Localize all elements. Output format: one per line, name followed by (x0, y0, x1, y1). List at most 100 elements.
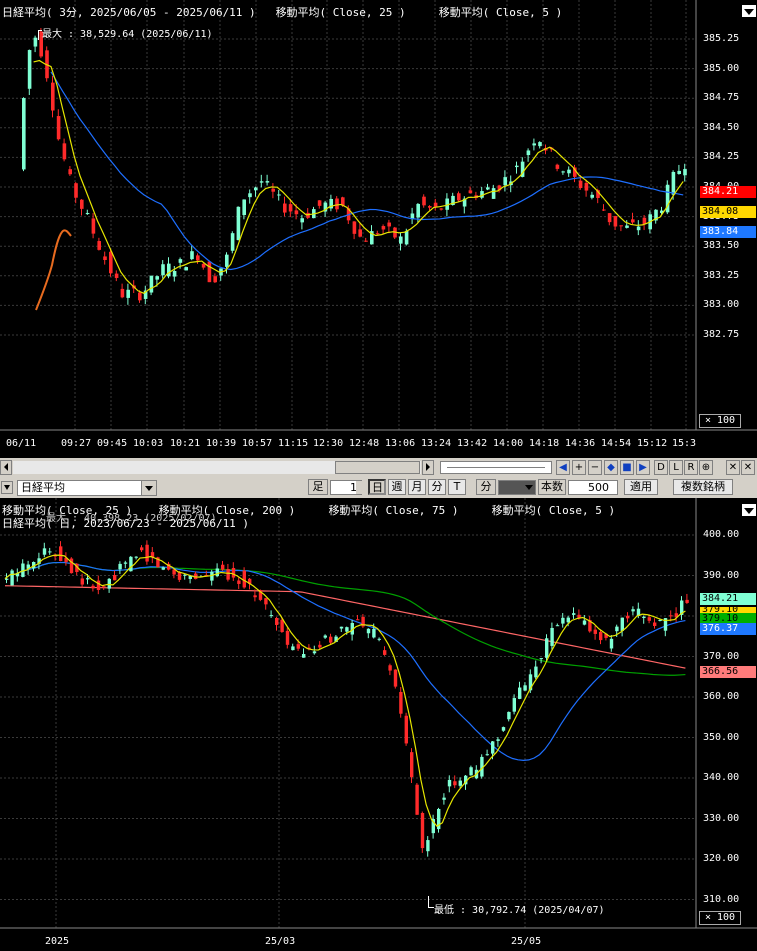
scroll-right-button[interactable] (422, 460, 434, 475)
candle-body (59, 546, 63, 562)
period-tick-button[interactable]: T (448, 479, 466, 495)
candle-body (329, 636, 333, 643)
daily-chart[interactable] (0, 498, 757, 951)
price-tick-label: 384.75 (703, 92, 740, 104)
candle-body (518, 687, 522, 699)
close-icon[interactable]: ✕ (726, 460, 740, 475)
candle-body (388, 665, 392, 671)
candle-body (647, 617, 651, 621)
panel-collapse-button[interactable] (1, 481, 13, 494)
candle-body (677, 170, 681, 174)
minute-value-input[interactable] (498, 480, 536, 495)
magnifier-icon[interactable]: ⊕ (699, 460, 713, 475)
candle-body (566, 617, 570, 623)
time-tick-label: 14:00 (493, 438, 524, 449)
go-first-button[interactable]: ◀ (556, 460, 570, 475)
candle-body (242, 199, 246, 216)
date-tick-label: 25/05 (511, 936, 542, 947)
candle-body (80, 199, 84, 209)
candle-body (291, 646, 295, 651)
chart-close-button[interactable]: ✕ (741, 460, 755, 475)
time-tick-label: 13:24 (421, 438, 452, 449)
candle-body (22, 98, 26, 170)
intraday-max-annotation: 最大 : 38,529.64 (2025/06/11) (42, 29, 213, 40)
ma5-line (4, 554, 686, 827)
candle-body (501, 727, 506, 731)
chart-menu-dropdown[interactable] (742, 504, 756, 516)
candle-body (335, 198, 339, 210)
period-month-button[interactable]: 月 (408, 479, 426, 495)
intraday-chart[interactable] (0, 0, 757, 458)
scroll-thumb[interactable] (335, 461, 420, 474)
candle-body (280, 619, 284, 633)
candle-body (68, 169, 72, 175)
candle-body (555, 625, 560, 627)
candle-body (469, 767, 473, 776)
max-marker-tick (38, 30, 39, 40)
candle-body (300, 218, 304, 223)
price-tick-label: 384.50 (703, 121, 740, 133)
candle-body (534, 666, 538, 678)
candle-body (207, 261, 212, 283)
scroll-left-button[interactable] (0, 460, 12, 475)
intraday-ma25-label: 移動平均( Close, 25 ) (275, 6, 406, 19)
draw-l-button[interactable]: L (669, 460, 683, 475)
daily-min-annotation: 最低 : 30,792.74 (2025/04/07) (434, 905, 605, 916)
candle-body (442, 797, 446, 800)
zoom-out-button[interactable]: − (588, 460, 602, 475)
candle-body (145, 544, 149, 562)
zoom-slider[interactable] (440, 461, 552, 474)
fit-button[interactable]: ◆ (604, 460, 618, 475)
candle-body (399, 691, 403, 714)
time-tick-label: 15:12 (637, 438, 668, 449)
daily-close-tag: 384.21 (700, 593, 756, 605)
count-value-input[interactable]: 500 (568, 480, 618, 495)
candle-body (550, 627, 554, 646)
price-tick-label: 383.25 (703, 269, 740, 281)
apply-button[interactable]: 適用 (624, 479, 658, 495)
period-minute-button[interactable]: 分 (428, 479, 446, 495)
ma25-line (50, 71, 684, 271)
candle-body (393, 669, 398, 687)
intraday-scale-box[interactable]: × 100 (699, 414, 741, 428)
candle-body (107, 578, 111, 589)
candle-body (631, 609, 635, 612)
draw-d-button[interactable]: D (654, 460, 668, 475)
candle-body (439, 208, 444, 210)
candle-body (572, 613, 576, 615)
candle-body (683, 169, 687, 176)
candle-body (269, 615, 273, 617)
candle-body (288, 204, 293, 212)
time-tick-label: 14:18 (529, 438, 560, 449)
daily-scale-box[interactable]: × 100 (699, 911, 741, 925)
intraday-ma25-tag: 383.84 (700, 226, 756, 238)
stop-button[interactable]: ■ (620, 460, 634, 475)
multi-instrument-button[interactable]: 複数銘柄 (673, 479, 733, 495)
price-tick-label: 383.50 (703, 240, 740, 252)
period-day-button[interactable]: 日 (368, 479, 386, 495)
period-week-button[interactable]: 週 (388, 479, 406, 495)
candle-body (491, 741, 495, 754)
candle-body (138, 292, 142, 301)
candle-body (599, 631, 603, 641)
candle-body (458, 780, 462, 786)
go-last-button[interactable]: ▶ (636, 460, 650, 475)
triangle-left-icon (4, 463, 8, 471)
candle-body (177, 572, 182, 580)
candle-body (523, 685, 527, 691)
candle-body (318, 644, 322, 648)
chart-menu-dropdown[interactable] (742, 5, 756, 17)
candle-body (103, 256, 107, 260)
candle-body (113, 575, 117, 581)
instrument-select[interactable]: 日経平均 (17, 480, 157, 496)
candle-body (123, 562, 128, 564)
daily-chart-panel[interactable]: 移動平均( Close, 25 ) 移動平均( Close, 200 ) 移動平… (0, 498, 757, 951)
daily-max-annotation: 最大 : 40,398.23 (2025/02/07) (46, 513, 217, 524)
zoom-in-button[interactable]: + (572, 460, 586, 475)
intraday-chart-panel[interactable]: 日経平均( 3分, 2025/06/05 - 2025/06/11 ) 移動平均… (0, 0, 757, 458)
candle-body (114, 273, 119, 278)
foot-stepper[interactable] (356, 481, 362, 494)
candle-body (283, 203, 287, 213)
draw-r-button[interactable]: R (684, 460, 698, 475)
candle-body (447, 779, 452, 787)
